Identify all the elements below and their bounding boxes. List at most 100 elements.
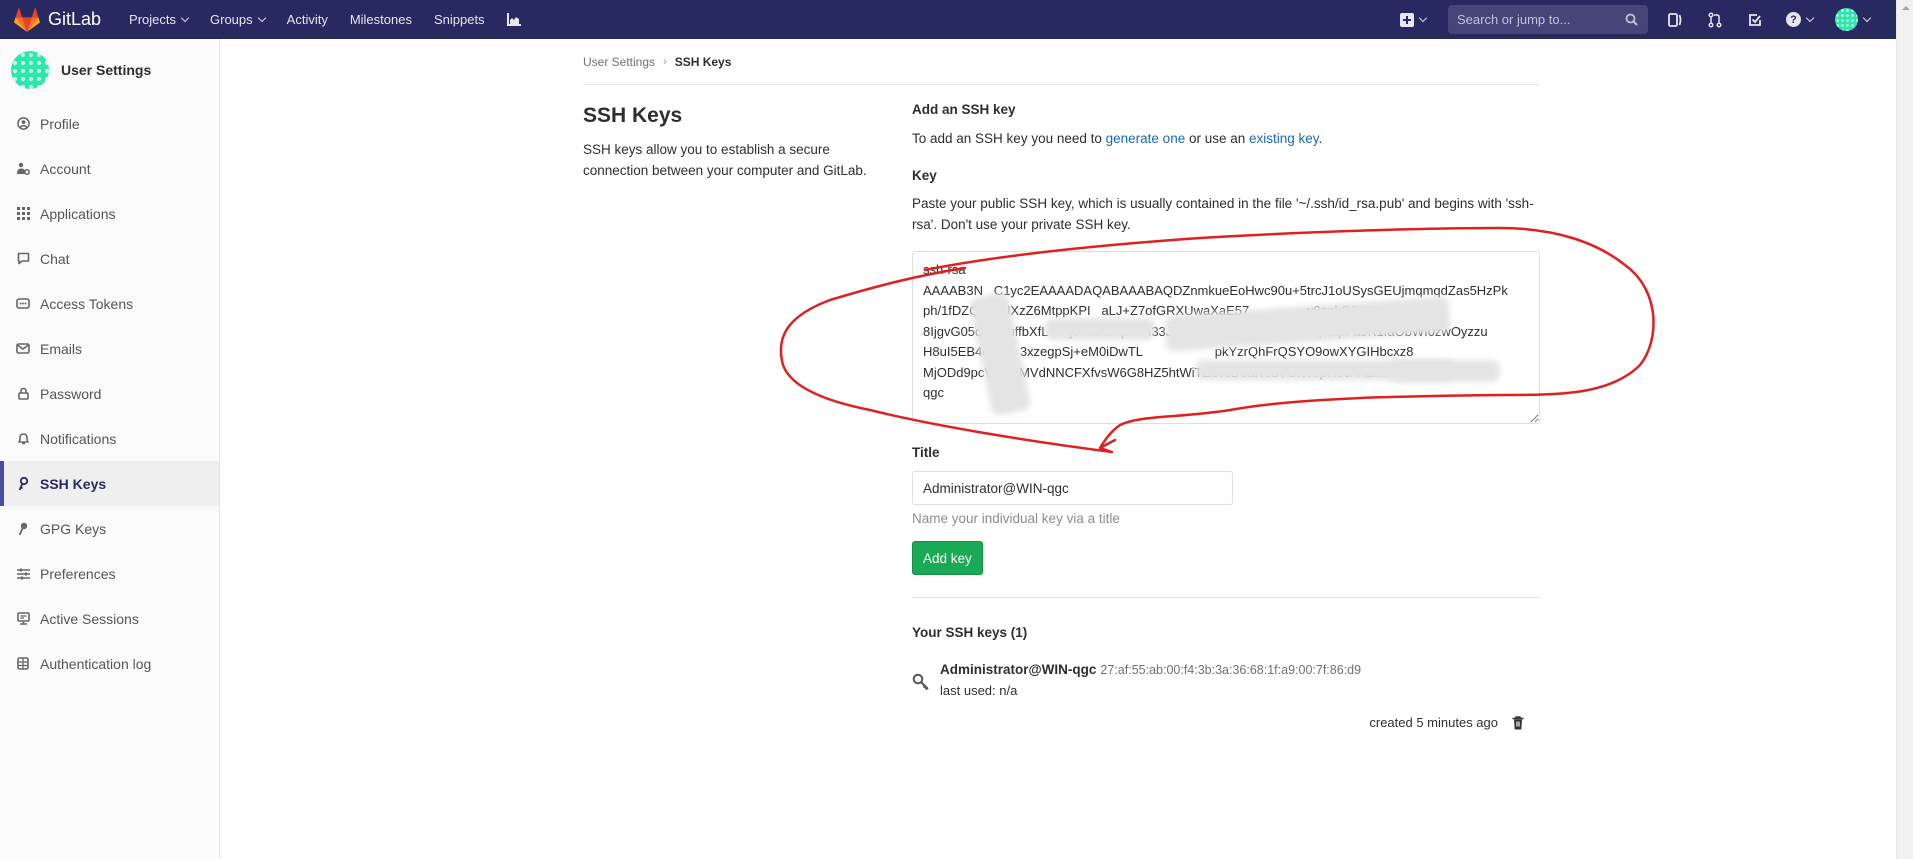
title-hint: Name your individual key via a title	[912, 511, 1120, 526]
sidebar-item-password[interactable]: Password	[0, 371, 219, 416]
ssh-key-title-link[interactable]: Administrator@WIN-qgc 27:af:55:ab:00:f4:3…	[940, 662, 1361, 677]
gitlab-logo-icon	[14, 7, 40, 32]
applications-icon	[16, 207, 30, 221]
sidebar-item-applications[interactable]: Applications	[0, 191, 219, 236]
existing-key-link[interactable]: existing key	[1249, 131, 1319, 146]
sidebar-item-label: Applications	[40, 205, 116, 222]
main-content: User Settings › SSH Keys SSH Keys SSH ke…	[583, 39, 1540, 730]
sidebar-item-label: Notifications	[40, 430, 117, 447]
ssh-key-created: created 5 minutes ago	[1369, 715, 1498, 730]
nav-milestones[interactable]: Milestones	[350, 12, 412, 27]
chevron-down-icon	[1805, 13, 1815, 22]
sidebar-item-notifications[interactable]: Notifications	[0, 416, 219, 461]
sliders-icon	[16, 567, 30, 581]
sidebar-item-label: Emails	[40, 340, 83, 357]
chevron-down-icon	[257, 13, 266, 22]
breadcrumb-separator-icon: ›	[663, 55, 667, 68]
title-label: Title	[912, 445, 940, 460]
sidebar-nav: Profile Account Applications Chat Access…	[0, 101, 219, 686]
sidebar-item-account[interactable]: Account	[0, 146, 219, 191]
merge-request-icon[interactable]	[1706, 11, 1724, 29]
search-box[interactable]	[1448, 5, 1648, 34]
sidebar-item-emails[interactable]: Emails	[0, 326, 219, 371]
sidebar-item-chat[interactable]: Chat	[0, 236, 219, 281]
brand-name: GitLab	[48, 9, 102, 29]
account-icon	[16, 162, 30, 176]
ssh-key-fingerprint: 27:af:55:ab:00:f4:3b:3a:36:68:1f:a9:00:7…	[1100, 663, 1362, 677]
settings-sidebar: User Settings Profile Account Applicatio…	[0, 39, 220, 859]
nav-links: Projects Groups Activity Milestones Snip…	[129, 12, 543, 27]
sidebar-item-preferences[interactable]: Preferences	[0, 551, 219, 596]
ssh-keys-heading: Your SSH keys (1)	[912, 625, 1028, 640]
page-description: SSH keys allow you to establish a secure…	[583, 142, 867, 178]
nav-groups-label: Groups	[210, 12, 253, 27]
key-label: Key	[912, 168, 937, 183]
sidebar-item-profile[interactable]: Profile	[0, 101, 219, 146]
lock-icon	[16, 387, 30, 401]
sidebar-item-label: Preferences	[40, 565, 116, 582]
plus-square-icon	[1400, 12, 1414, 27]
nav-projects-label: Projects	[129, 12, 177, 27]
user-avatar	[1835, 8, 1858, 31]
ssh-key-last-used: last used: n/a	[940, 683, 1018, 698]
bell-icon	[16, 432, 30, 446]
log-icon	[16, 657, 30, 671]
page-scrollbar[interactable]	[1896, 0, 1913, 859]
help-dropdown[interactable]: ?	[1786, 12, 1815, 27]
todo-icon[interactable]	[1746, 11, 1764, 29]
nav-activity[interactable]: Activity	[287, 12, 328, 27]
form-intro: To add an SSH key you need to generate o…	[912, 131, 1540, 146]
help-icon: ?	[1786, 12, 1801, 27]
key-help-text: Paste your public SSH key, which is usua…	[912, 196, 1534, 232]
scroll-up-arrow-icon[interactable]	[1902, 6, 1910, 10]
sidebar-header[interactable]: User Settings	[0, 39, 219, 101]
nav-projects[interactable]: Projects	[129, 12, 190, 27]
ssh-key-textarea[interactable]: ssh-rsa AAAAB3N C1yc2EAAAADAQABAAABAQDZn…	[912, 251, 1540, 424]
profile-icon	[16, 117, 30, 131]
nav-groups[interactable]: Groups	[210, 12, 266, 27]
sidebar-item-access-tokens[interactable]: Access Tokens	[0, 281, 219, 326]
sidebar-item-authentication-log[interactable]: Authentication log	[0, 641, 219, 686]
trash-icon[interactable]	[1510, 715, 1526, 731]
token-icon	[16, 297, 30, 311]
sidebar-item-label: GPG Keys	[40, 520, 107, 537]
title-input[interactable]	[912, 471, 1233, 505]
intro-text: To add an SSH key you need to	[912, 131, 1106, 146]
intro-text: .	[1318, 131, 1323, 146]
add-ssh-key-form: Add an SSH key To add an SSH key you nee…	[912, 102, 1540, 742]
sidebar-item-label: Account	[40, 160, 91, 177]
gitlab-home-link[interactable]: GitLab	[14, 7, 102, 32]
breadcrumb-user-settings[interactable]: User Settings	[583, 55, 655, 69]
sidebar-item-label: Profile	[40, 115, 80, 132]
sidebar-item-label: Chat	[40, 250, 70, 267]
chevron-down-icon	[1862, 13, 1872, 22]
email-icon	[16, 342, 30, 356]
page-title: SSH Keys	[583, 104, 683, 127]
nav-snippets[interactable]: Snippets	[434, 12, 485, 27]
chevron-down-icon	[180, 13, 190, 22]
sidebar-toggle-icon[interactable]	[1666, 11, 1684, 29]
key-icon	[16, 476, 30, 491]
intro-text: or use an	[1185, 131, 1250, 146]
sidebar-item-label: Password	[40, 385, 102, 402]
search-icon	[1625, 13, 1638, 26]
breadcrumb-current[interactable]: SSH Keys	[675, 55, 732, 69]
sidebar-item-ssh-keys[interactable]: SSH Keys	[0, 461, 219, 506]
ssh-key-list-item: Administrator@WIN-qgc 27:af:55:ab:00:f4:3…	[912, 662, 1540, 742]
section-divider	[912, 597, 1540, 598]
generate-one-link[interactable]: generate one	[1106, 131, 1186, 146]
search-input[interactable]	[1457, 12, 1607, 27]
sidebar-item-label: SSH Keys	[40, 475, 107, 492]
page-intro: SSH Keys SSH keys allow you to establish…	[583, 104, 893, 181]
ssh-key-title: Administrator@WIN-qgc	[940, 662, 1097, 677]
chart-icon[interactable]	[506, 13, 521, 26]
avatar	[11, 51, 49, 89]
new-dropdown-button[interactable]	[1400, 12, 1428, 27]
sidebar-item-gpg-keys[interactable]: GPG Keys	[0, 506, 219, 551]
key-icon	[912, 673, 929, 691]
sidebar-item-active-sessions[interactable]: Active Sessions	[0, 596, 219, 641]
add-key-button[interactable]: Add key	[912, 541, 983, 575]
sidebar-item-label: Active Sessions	[40, 610, 139, 627]
breadcrumb: User Settings › SSH Keys	[583, 39, 1540, 85]
user-menu[interactable]	[1835, 8, 1872, 31]
